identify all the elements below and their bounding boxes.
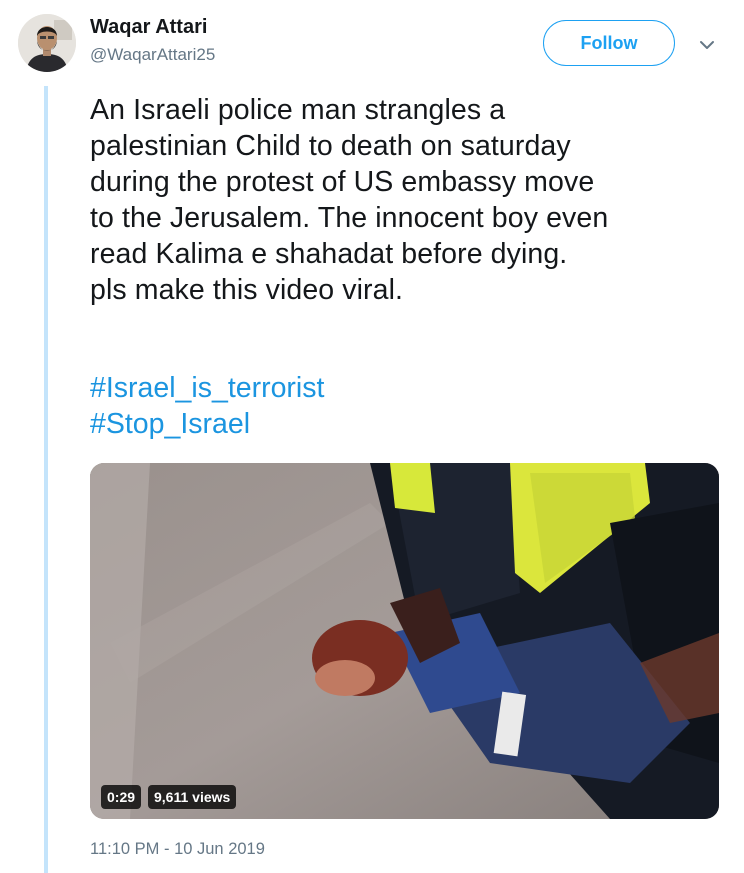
tweet-timestamp[interactable]: 11:10 PM - 10 Jun 2019 <box>90 840 265 859</box>
hashtag-israel-is-terrorist[interactable]: #Israel_is_terrorist <box>90 370 324 406</box>
thread-line <box>44 86 48 873</box>
author-handle[interactable]: @WaqarAttari25 <box>90 45 215 65</box>
video-thumbnail <box>90 463 719 819</box>
avatar-image <box>18 14 76 72</box>
video-views-badge: 9,611 views <box>148 785 237 809</box>
hashtag-stop-israel[interactable]: #Stop_Israel <box>90 406 324 442</box>
author-name[interactable]: Waqar Attari <box>90 16 207 39</box>
chevron-down-icon[interactable] <box>696 34 718 56</box>
video-duration-badge: 0:29 <box>101 785 142 809</box>
tweet-text: An Israeli police man strangles a palest… <box>90 94 609 306</box>
avatar[interactable] <box>18 14 76 72</box>
hashtag-list: #Israel_is_terrorist #Stop_Israel <box>90 370 324 442</box>
follow-button[interactable]: Follow <box>543 20 675 66</box>
video-player[interactable] <box>90 463 719 819</box>
